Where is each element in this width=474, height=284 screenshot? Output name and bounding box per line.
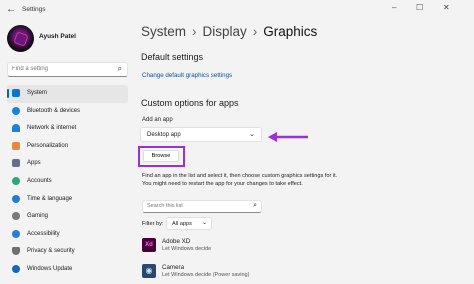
find-setting-input[interactable] xyxy=(12,66,112,72)
window-title: Settings xyxy=(22,6,46,13)
browse-button[interactable]: Browse xyxy=(143,150,179,162)
breadcrumb-display[interactable]: Display xyxy=(203,24,247,39)
adobe-xd-icon: Xd xyxy=(142,238,156,252)
sidebar-item-privacy[interactable]: Privacy & security xyxy=(7,243,128,261)
controller-icon xyxy=(12,212,20,221)
close-button[interactable]: ✕ xyxy=(443,3,450,12)
search-icon[interactable]: ⌕ xyxy=(253,202,257,210)
sidebar-item-accessibility[interactable]: Accessibility xyxy=(7,226,128,244)
sidebar-item-time-language[interactable]: Time & language xyxy=(7,191,128,209)
chevron-down-icon: ⌄ xyxy=(201,220,207,226)
person-icon xyxy=(12,176,20,185)
sidebar: Ayush Patel ⌕ System Bluetooth & devices… xyxy=(0,22,134,284)
custom-options-heading: Custom options for apps xyxy=(141,98,239,108)
wifi-icon xyxy=(12,124,20,133)
title-bar: ← Settings – ☐ ✕ xyxy=(0,0,474,22)
globe-clock-icon xyxy=(12,194,20,203)
breadcrumb-separator: › xyxy=(252,24,258,39)
sidebar-item-bluetooth[interactable]: Bluetooth & devices xyxy=(7,103,128,121)
bluetooth-icon xyxy=(12,106,20,115)
sidebar-item-windows-update[interactable]: Windows Update xyxy=(7,261,128,279)
highlight-arrow-icon xyxy=(268,132,308,142)
sidebar-item-label: Network & internet xyxy=(27,125,77,132)
sidebar-item-label: Personalization xyxy=(27,142,69,149)
app-status: Let Windows decide (Power saving) xyxy=(162,272,250,278)
filter-label: Filter by: xyxy=(142,221,164,227)
sidebar-item-accounts[interactable]: Accounts xyxy=(7,173,128,191)
sidebar-item-label: Apps xyxy=(27,160,41,167)
sidebar-item-personalization[interactable]: Personalization xyxy=(7,138,128,156)
app-name: Camera xyxy=(162,264,185,271)
avatar[interactable] xyxy=(7,25,34,52)
filter-dropdown[interactable]: All apps ⌄ xyxy=(166,217,212,230)
filter-value: All apps xyxy=(172,221,192,227)
app-type-value: Desktop app xyxy=(147,132,181,138)
app-list-item-adobe-xd[interactable]: Xd Adobe XD Let Windows decide xyxy=(142,236,342,256)
sidebar-item-network[interactable]: Network & internet xyxy=(7,120,128,138)
search-list-input[interactable] xyxy=(147,203,247,209)
minimize-button[interactable]: – xyxy=(392,3,396,12)
custom-options-description: Find an app in the list and select it, t… xyxy=(142,173,338,187)
sidebar-item-label: Gaming xyxy=(27,213,49,220)
sidebar-item-label: Windows Update xyxy=(27,265,73,272)
browse-highlight-box: Browse xyxy=(138,146,185,167)
shield-icon xyxy=(12,247,20,256)
app-name: Adobe XD xyxy=(162,238,191,245)
back-arrow-icon[interactable]: ← xyxy=(6,4,16,15)
breadcrumb-separator: › xyxy=(192,24,197,39)
sidebar-item-system[interactable]: System xyxy=(7,85,128,103)
sidebar-item-label: Time & language xyxy=(27,195,73,202)
app-status: Let Windows decide xyxy=(162,246,212,252)
default-settings-heading: Default settings xyxy=(141,52,204,62)
sidebar-item-apps[interactable]: Apps xyxy=(7,155,128,173)
chevron-down-icon: ⌄ xyxy=(249,131,255,138)
main-content: System › Display › Graphics Default settings… xyxy=(138,22,474,284)
sidebar-item-label: System xyxy=(27,90,48,96)
accessibility-icon xyxy=(12,229,20,238)
user-name: Ayush Patel xyxy=(39,33,76,40)
app-type-dropdown[interactable]: Desktop app ⌄ xyxy=(140,127,262,142)
nav-list: System Bluetooth & devices Network & int… xyxy=(7,85,128,279)
sidebar-item-gaming[interactable]: Gaming xyxy=(7,208,128,226)
refresh-icon xyxy=(12,264,20,273)
breadcrumb: System › Display › Graphics xyxy=(141,24,317,39)
change-default-graphics-link[interactable]: Change default graphics settings xyxy=(142,72,232,79)
search-list-box[interactable]: ⌕ xyxy=(142,200,262,213)
monitor-icon xyxy=(12,89,20,97)
camera-icon: ◉ xyxy=(142,264,156,278)
maximize-button[interactable]: ☐ xyxy=(416,3,423,12)
sidebar-item-label: Bluetooth & devices xyxy=(27,107,81,114)
sidebar-item-label: Privacy & security xyxy=(27,248,75,255)
search-icon[interactable]: ⌕ xyxy=(118,64,122,74)
breadcrumb-graphics: Graphics xyxy=(263,24,318,39)
breadcrumb-system[interactable]: System xyxy=(141,24,186,39)
apps-icon xyxy=(12,159,20,168)
sidebar-item-label: Accessibility xyxy=(27,230,60,237)
brush-icon xyxy=(12,141,20,150)
sidebar-item-label: Accounts xyxy=(27,177,52,184)
app-list-item-camera[interactable]: ◉ Camera Let Windows decide (Power savin… xyxy=(142,262,342,282)
find-setting-box[interactable]: ⌕ xyxy=(7,62,128,77)
add-app-label: Add an app xyxy=(142,117,173,123)
